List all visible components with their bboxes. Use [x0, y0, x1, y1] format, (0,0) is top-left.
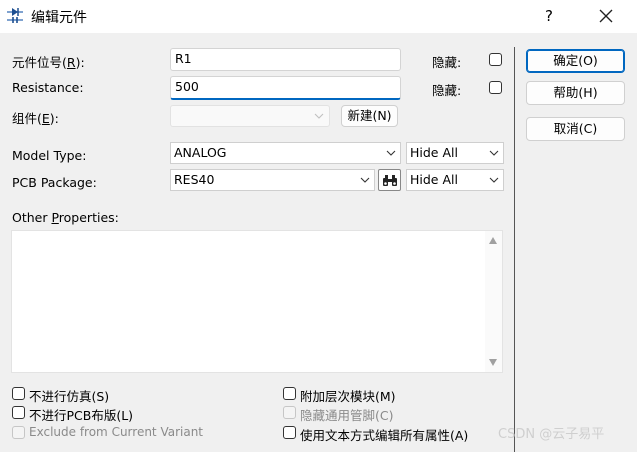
chevron-down-icon: [360, 177, 370, 183]
group-label: 组件(E):: [12, 111, 59, 126]
browse-package-button[interactable]: [378, 169, 401, 191]
hide-label-designator: 隐藏:: [432, 55, 462, 70]
hide-common-pins-checkbox[interactable]: [283, 406, 296, 419]
title-bar: 编辑元件 ?: [0, 0, 637, 33]
component-icon: [7, 8, 23, 23]
attach-hierarchy-label: 附加层次模块(M): [300, 389, 396, 404]
vertical-scrollbar[interactable]: [485, 231, 502, 372]
ok-button[interactable]: 确定(O): [526, 49, 625, 73]
chevron-down-icon: [314, 113, 324, 119]
other-properties-textarea[interactable]: [11, 230, 503, 373]
window-title: 编辑元件: [31, 10, 87, 26]
hide-common-pins-label: 隐藏通用管脚(C): [300, 408, 394, 423]
no-pcb-layout-checkbox[interactable]: [12, 406, 25, 419]
designator-label: 元件位号(R):: [12, 55, 85, 70]
resistance-input[interactable]: 500: [170, 76, 401, 100]
binoculars-icon: [383, 175, 397, 186]
pcb-package-label: PCB Package:: [12, 175, 97, 190]
vertical-divider: [514, 47, 515, 452]
help-title-button[interactable]: ?: [538, 4, 560, 28]
pcb-package-select[interactable]: RES40: [170, 169, 375, 191]
model-hide-select[interactable]: Hide All: [406, 142, 504, 164]
new-group-button[interactable]: 新建(N): [341, 105, 398, 127]
group-select[interactable]: [170, 105, 330, 127]
no-simulation-checkbox[interactable]: [12, 387, 25, 400]
edit-as-text-label: 使用文本方式编辑所有属性(A): [300, 428, 469, 443]
model-type-select[interactable]: ANALOG: [170, 142, 401, 164]
pcb-hide-select[interactable]: Hide All: [406, 169, 504, 191]
attach-hierarchy-checkbox[interactable]: [283, 387, 296, 400]
watermark: CSDN @云子易平: [498, 427, 605, 442]
no-pcb-layout-label: 不进行PCB布版(L): [29, 408, 134, 423]
designator-input[interactable]: R1: [170, 48, 401, 71]
hide-designator-checkbox[interactable]: [489, 53, 502, 66]
edit-as-text-checkbox[interactable]: [283, 426, 296, 439]
chevron-down-icon: [489, 150, 499, 156]
resistance-label: Resistance:: [12, 80, 84, 95]
model-type-label: Model Type:: [12, 148, 87, 163]
cancel-button[interactable]: 取消(C): [526, 117, 625, 141]
scroll-down-icon[interactable]: [489, 359, 497, 366]
chevron-down-icon: [489, 177, 499, 183]
close-icon[interactable]: [592, 4, 620, 28]
dialog-body: 元件位号(R): R1 隐藏: Resistance: 500 隐藏: 组件(E…: [0, 33, 637, 452]
chevron-down-icon: [386, 150, 396, 156]
other-properties-label: Other Properties:: [12, 210, 119, 225]
hide-label-resistance: 隐藏:: [432, 83, 462, 98]
scroll-up-icon[interactable]: [489, 237, 497, 244]
exclude-variant-checkbox[interactable]: [12, 426, 25, 439]
help-button[interactable]: 帮助(H): [526, 81, 625, 105]
no-simulation-label: 不进行仿真(S): [29, 389, 110, 404]
hide-resistance-checkbox[interactable]: [489, 81, 502, 94]
exclude-variant-label: Exclude from Current Variant: [29, 425, 204, 439]
